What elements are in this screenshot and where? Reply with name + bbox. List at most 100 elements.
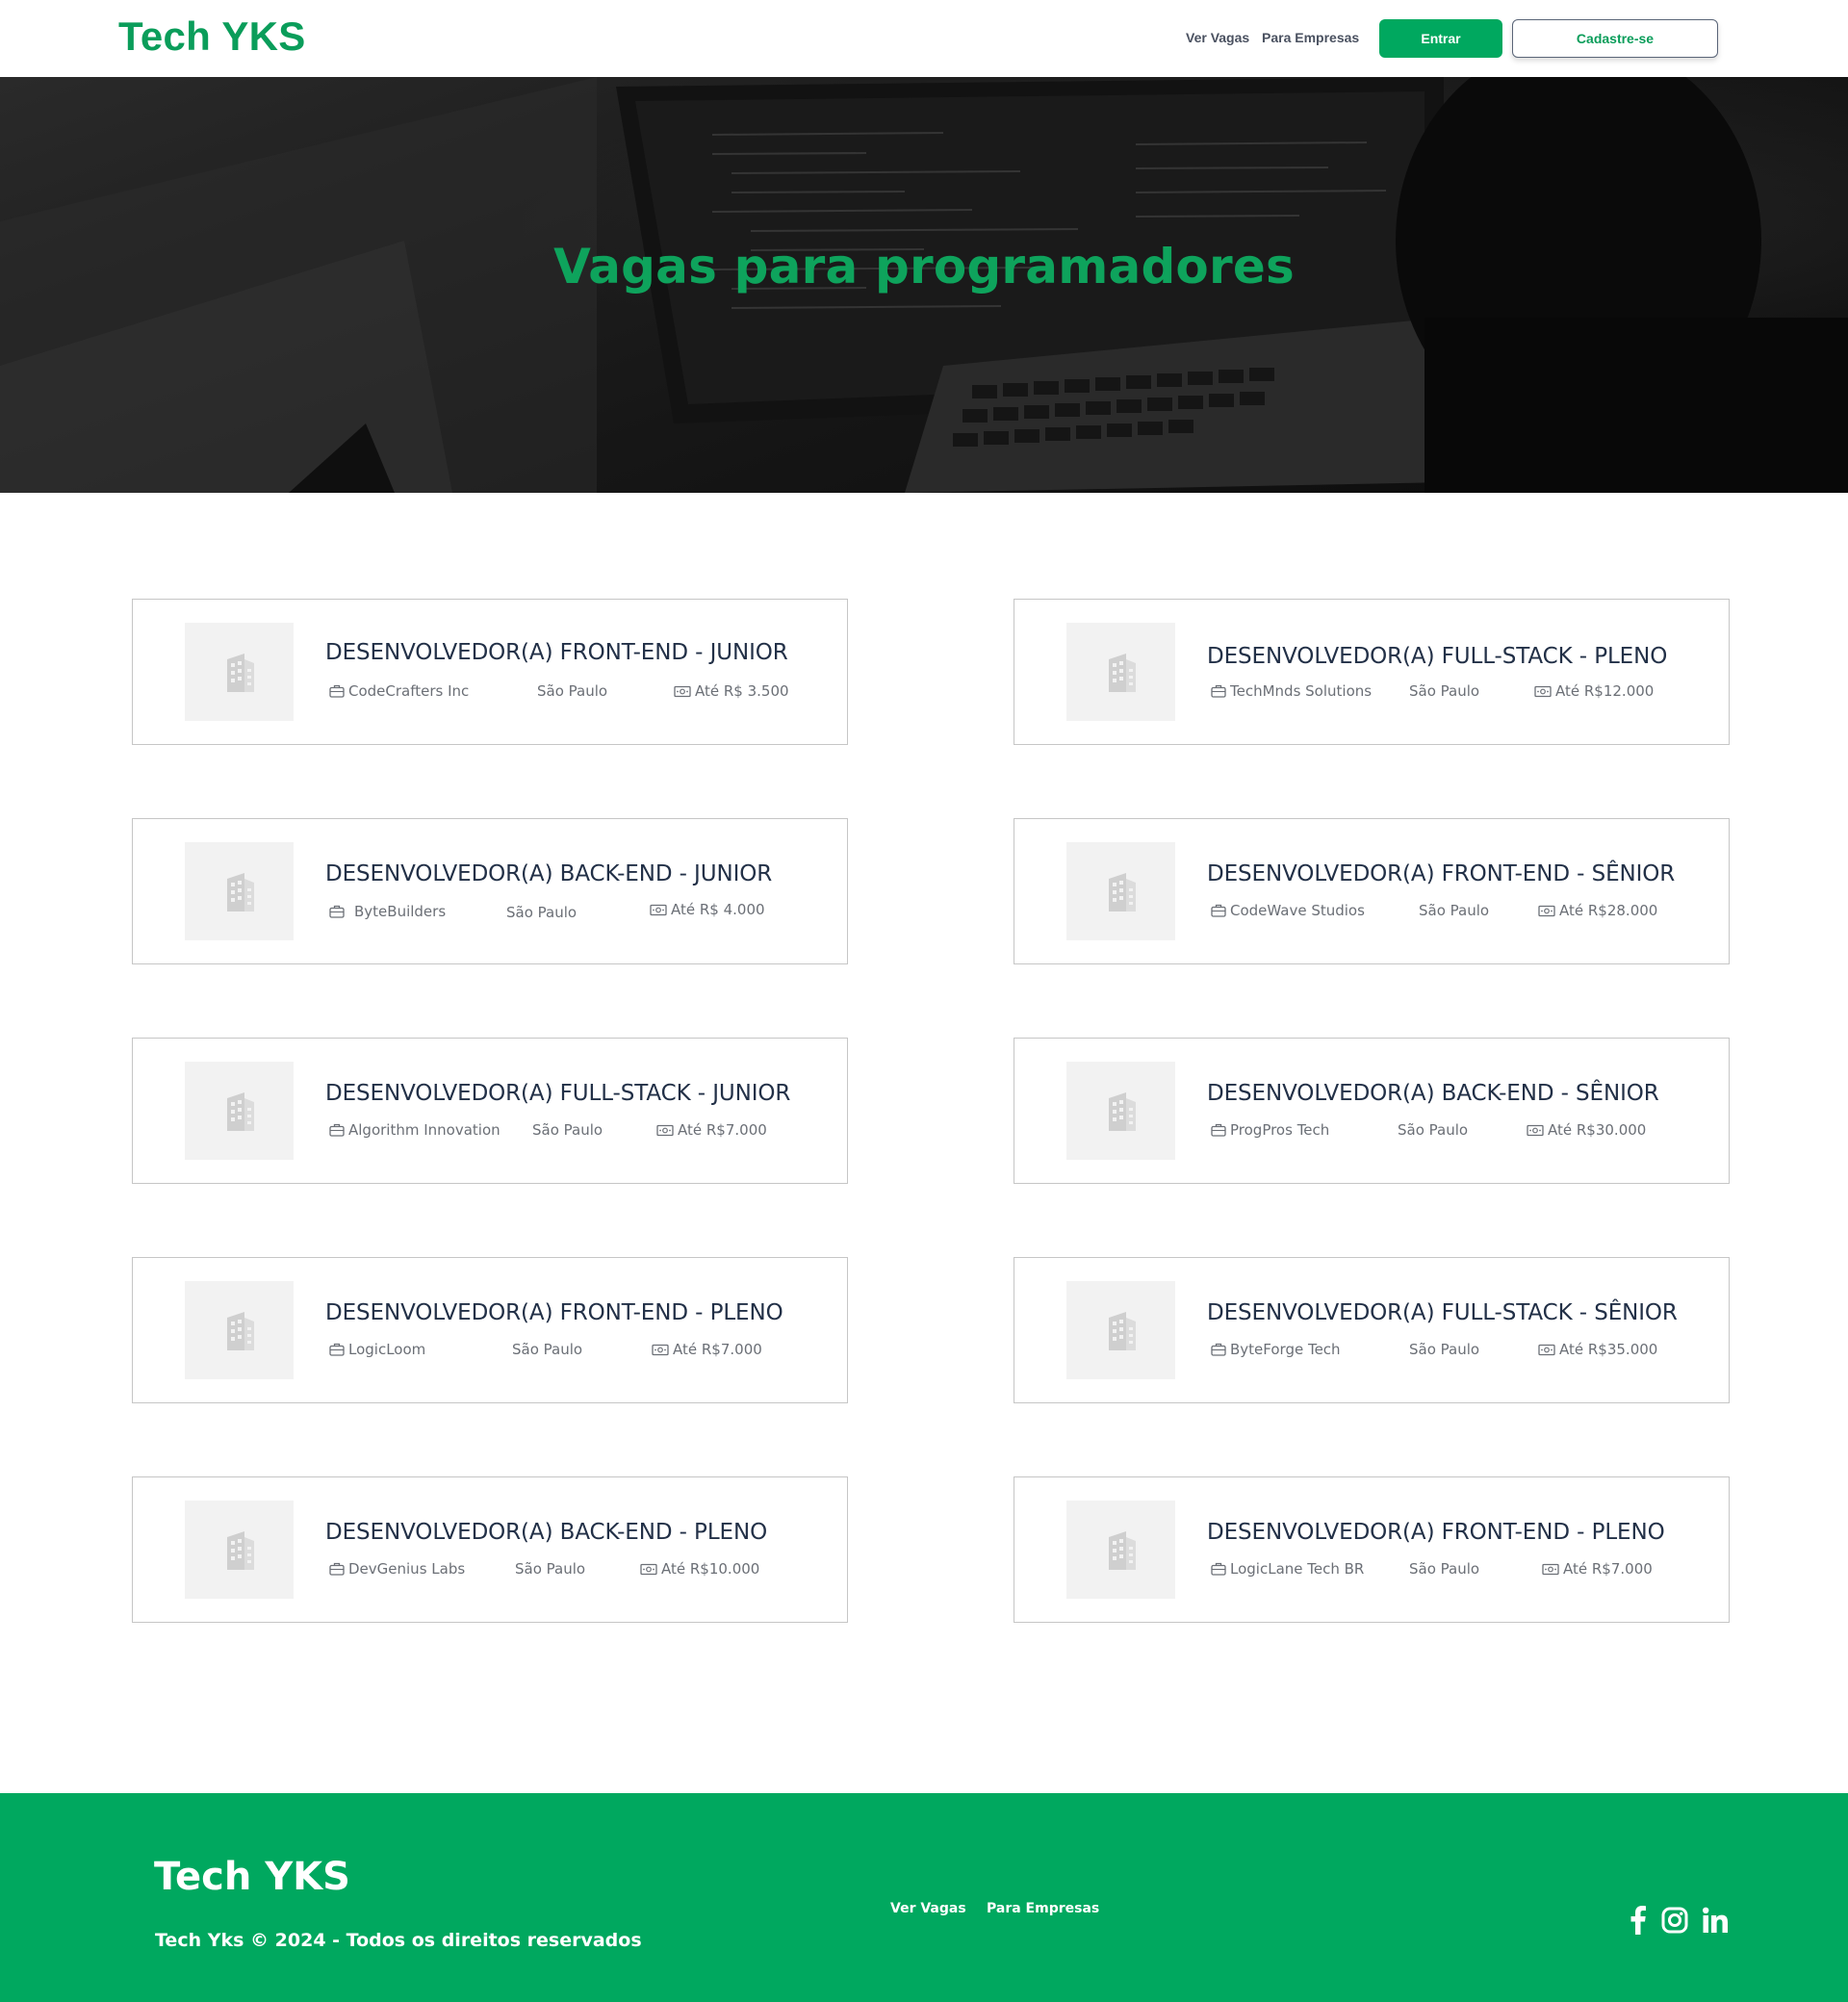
briefcase-icon bbox=[329, 905, 345, 918]
copyright-text: Tech Yks © 2024 - Todos os direitos rese… bbox=[155, 1930, 642, 1951]
money-icon bbox=[674, 685, 691, 697]
job-city: São Paulo bbox=[532, 1121, 603, 1139]
job-card[interactable]: DESENVOLVEDOR(A) FRONT-END - SÊNIOR Code… bbox=[1014, 818, 1730, 964]
footer-link-ver-vagas[interactable]: Ver Vagas bbox=[890, 1901, 966, 1916]
job-card[interactable]: DESENVOLVEDOR(A) FRONT-END - PLENO Logic… bbox=[132, 1257, 848, 1403]
briefcase-icon bbox=[1211, 1343, 1226, 1356]
briefcase-icon bbox=[1211, 904, 1226, 917]
nav-para-empresas[interactable]: Para Empresas bbox=[1262, 30, 1359, 45]
building-icon bbox=[1108, 1312, 1136, 1350]
job-card[interactable]: DESENVOLVEDOR(A) FULL-STACK - JUNIOR Alg… bbox=[132, 1038, 848, 1184]
footer-logo[interactable]: Tech YKS bbox=[154, 1855, 350, 1899]
job-card[interactable]: DESENVOLVEDOR(A) FRONT-END - PLENO Logic… bbox=[1014, 1476, 1730, 1623]
building-icon bbox=[226, 1092, 254, 1131]
building-icon bbox=[1108, 873, 1136, 911]
job-salary: Até R$10.000 bbox=[640, 1560, 759, 1578]
job-company: LogicLane Tech BR bbox=[1211, 1560, 1364, 1578]
company-logo-placeholder bbox=[1066, 1062, 1175, 1160]
job-title[interactable]: DESENVOLVEDOR(A) FULL-STACK - SÊNIOR bbox=[1207, 1300, 1678, 1325]
briefcase-icon bbox=[329, 684, 345, 698]
linkedin-icon[interactable] bbox=[1700, 1905, 1731, 1936]
company-name: CodeCrafters Inc bbox=[348, 682, 470, 700]
job-city: São Paulo bbox=[515, 1560, 586, 1578]
job-salary: Até R$30.000 bbox=[1527, 1121, 1646, 1139]
company-logo-placeholder bbox=[1066, 623, 1175, 721]
briefcase-icon bbox=[329, 1343, 345, 1356]
job-company: ProgPros Tech bbox=[1211, 1121, 1329, 1139]
job-card[interactable]: DESENVOLVEDOR(A) BACK-END - PLENO DevGen… bbox=[132, 1476, 848, 1623]
login-button[interactable]: Entrar bbox=[1379, 19, 1502, 58]
company-logo-placeholder bbox=[185, 1281, 294, 1379]
money-icon bbox=[1534, 685, 1552, 697]
job-city: São Paulo bbox=[512, 1341, 583, 1358]
company-logo-placeholder bbox=[1066, 1501, 1175, 1599]
company-name: DevGenius Labs bbox=[348, 1560, 466, 1578]
job-city: São Paulo bbox=[506, 904, 578, 921]
company-logo-placeholder bbox=[185, 623, 294, 721]
job-title[interactable]: DESENVOLVEDOR(A) FULL-STACK - JUNIOR bbox=[325, 1081, 790, 1106]
job-company: ByteBuilders bbox=[329, 903, 446, 920]
salary-value: Até R$10.000 bbox=[661, 1560, 760, 1578]
salary-value: Até R$7.000 bbox=[678, 1121, 767, 1139]
signup-button[interactable]: Cadastre-se bbox=[1512, 19, 1718, 58]
job-title[interactable]: DESENVOLVEDOR(A) BACK-END - JUNIOR bbox=[325, 861, 772, 886]
money-icon bbox=[1527, 1124, 1544, 1136]
salary-value: Até R$7.000 bbox=[673, 1341, 762, 1358]
job-card[interactable]: DESENVOLVEDOR(A) FRONT-END - JUNIOR Code… bbox=[132, 599, 848, 745]
company-name: LogicLoom bbox=[348, 1341, 426, 1358]
site-logo[interactable]: Tech YKS bbox=[118, 13, 306, 60]
salary-value: Até R$ 3.500 bbox=[695, 682, 789, 700]
job-title[interactable]: DESENVOLVEDOR(A) FRONT-END - JUNIOR bbox=[325, 640, 788, 665]
job-card[interactable]: DESENVOLVEDOR(A) BACK-END - JUNIOR ByteB… bbox=[132, 818, 848, 964]
page-title: Vagas para programadores bbox=[553, 239, 1295, 295]
hero-banner: Vagas para programadores bbox=[0, 77, 1848, 493]
company-name: Algorithm Innovation bbox=[348, 1121, 500, 1139]
job-title[interactable]: DESENVOLVEDOR(A) BACK-END - SÊNIOR bbox=[1207, 1081, 1659, 1106]
briefcase-icon bbox=[1211, 1562, 1226, 1576]
company-logo-placeholder bbox=[185, 1501, 294, 1599]
job-title[interactable]: DESENVOLVEDOR(A) FRONT-END - PLENO bbox=[325, 1300, 783, 1325]
company-name: CodeWave Studios bbox=[1230, 902, 1365, 919]
job-city: São Paulo bbox=[1419, 902, 1490, 919]
building-icon bbox=[226, 873, 254, 911]
company-name: LogicLane Tech BR bbox=[1230, 1560, 1365, 1578]
job-company: TechMnds Solutions bbox=[1211, 682, 1372, 700]
company-logo-placeholder bbox=[185, 1062, 294, 1160]
job-salary: Até R$28.000 bbox=[1538, 902, 1657, 919]
nav-ver-vagas[interactable]: Ver Vagas bbox=[1186, 30, 1249, 45]
company-name: ByteBuilders bbox=[354, 903, 447, 920]
salary-value: Até R$12.000 bbox=[1555, 682, 1655, 700]
job-card[interactable]: DESENVOLVEDOR(A) FULL-STACK - SÊNIOR Byt… bbox=[1014, 1257, 1730, 1403]
building-icon bbox=[226, 1531, 254, 1570]
building-icon bbox=[1108, 1092, 1136, 1131]
job-title[interactable]: DESENVOLVEDOR(A) FRONT-END - PLENO bbox=[1207, 1520, 1665, 1545]
building-icon bbox=[226, 1312, 254, 1350]
company-logo-placeholder bbox=[1066, 1281, 1175, 1379]
job-company: DevGenius Labs bbox=[329, 1560, 465, 1578]
company-name: ByteForge Tech bbox=[1230, 1341, 1341, 1358]
job-title[interactable]: DESENVOLVEDOR(A) FULL-STACK - PLENO bbox=[1207, 644, 1667, 669]
job-city: São Paulo bbox=[1409, 1560, 1480, 1578]
instagram-icon[interactable] bbox=[1659, 1905, 1690, 1936]
company-logo-placeholder bbox=[1066, 842, 1175, 940]
company-logo-placeholder bbox=[185, 842, 294, 940]
job-salary: Até R$ 3.500 bbox=[674, 682, 789, 700]
job-title[interactable]: DESENVOLVEDOR(A) BACK-END - PLENO bbox=[325, 1520, 767, 1545]
facebook-icon[interactable] bbox=[1623, 1905, 1654, 1936]
job-card[interactable]: DESENVOLVEDOR(A) FULL-STACK - PLENO Tech… bbox=[1014, 599, 1730, 745]
briefcase-icon bbox=[329, 1562, 345, 1576]
job-company: LogicLoom bbox=[329, 1341, 425, 1358]
job-city: São Paulo bbox=[1409, 682, 1480, 700]
money-icon bbox=[652, 1344, 669, 1355]
money-icon bbox=[656, 1124, 674, 1136]
job-company: CodeCrafters Inc bbox=[329, 682, 469, 700]
footer-link-para-empresas[interactable]: Para Empresas bbox=[987, 1901, 1099, 1916]
company-name: TechMnds Solutions bbox=[1230, 682, 1373, 700]
building-icon bbox=[1108, 654, 1136, 692]
job-title[interactable]: DESENVOLVEDOR(A) FRONT-END - SÊNIOR bbox=[1207, 861, 1675, 886]
money-icon bbox=[640, 1563, 657, 1575]
job-card[interactable]: DESENVOLVEDOR(A) BACK-END - SÊNIOR ProgP… bbox=[1014, 1038, 1730, 1184]
job-city: São Paulo bbox=[1409, 1341, 1480, 1358]
building-icon bbox=[226, 654, 254, 692]
salary-value: Até R$35.000 bbox=[1559, 1341, 1658, 1358]
